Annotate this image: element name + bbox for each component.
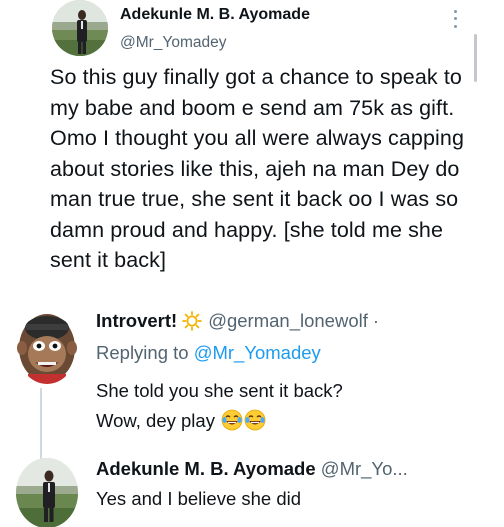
reply-text: She told you she sent it back? Wow, dey … — [96, 376, 476, 436]
author-handle[interactable]: @Mr_Yomadey — [120, 34, 227, 52]
reply-2-header: Adekunle M. B. Ayomade @Mr_Yo... — [96, 458, 408, 480]
reply-2-author-handle[interactable]: @Mr_Yo... — [321, 458, 408, 479]
reply-avatar[interactable] — [16, 308, 78, 384]
laughing-tears-icon — [244, 409, 266, 431]
main-tweet: Adekunle M. B. Ayomade @Mr_Yomadey So th… — [0, 0, 504, 300]
reply-text-line-1: She told you she sent it back? — [96, 380, 343, 401]
more-options-icon[interactable] — [448, 8, 462, 30]
reply-tweet-2[interactable]: Adekunle M. B. Ayomade @Mr_Yo... Yes and… — [0, 450, 504, 527]
sun-icon — [182, 311, 203, 331]
reply-header: Introvert! @german_lonewolf · — [96, 310, 379, 332]
replying-to-mention[interactable]: @Mr_Yomadey — [194, 342, 321, 363]
reply-author-name[interactable]: Introvert! — [96, 310, 177, 332]
author-avatar[interactable] — [52, 0, 108, 56]
laughing-tears-icon — [221, 409, 243, 431]
author-name[interactable]: Adekunle M. B. Ayomade — [120, 6, 310, 24]
replying-to: Replying to @Mr_Yomadey — [96, 342, 321, 364]
reply-2-text: Yes and I believe she did — [96, 488, 302, 509]
reply-text-line-2: Wow, dey play — [96, 406, 476, 436]
reply-author-handle[interactable]: @german_lonewolf — [208, 310, 368, 332]
separator-dot: · — [372, 310, 380, 331]
reply-text-line-2-text: Wow, dey play — [96, 410, 215, 431]
reply-tweet[interactable]: Introvert! @german_lonewolf · Replying t… — [0, 300, 504, 460]
reply-2-author-name[interactable]: Adekunle M. B. Ayomade — [96, 458, 316, 479]
tweet-text: So this guy finally got a chance to spea… — [50, 65, 465, 272]
reply-2-avatar[interactable] — [16, 458, 78, 527]
replying-to-label: Replying to — [96, 342, 189, 363]
